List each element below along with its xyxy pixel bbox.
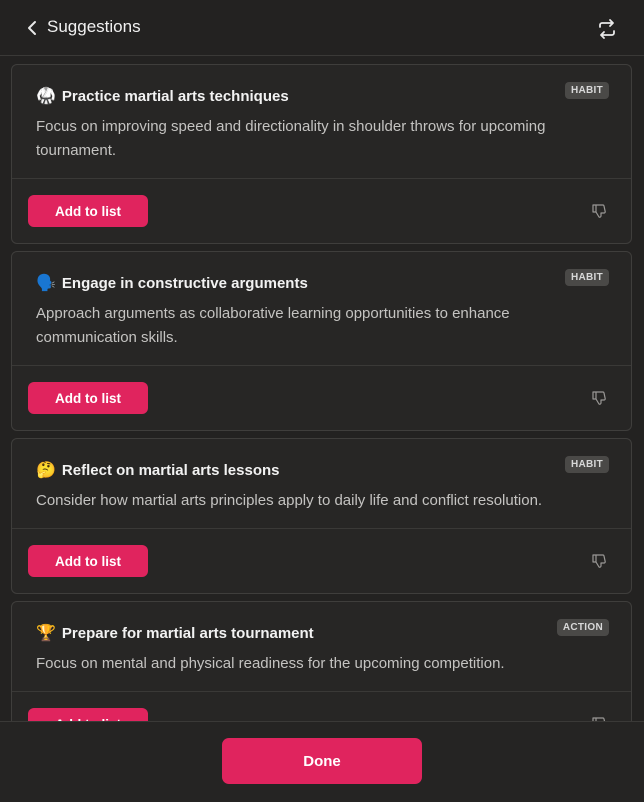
suggestion-description: Focus on mental and physical readiness f… (36, 655, 505, 672)
type-badge: HABIT (564, 82, 609, 99)
suggestion-title: 🏆 Prepare for martial arts tournament (36, 623, 314, 643)
footer: Done (0, 721, 644, 802)
suggestion-card: 🗣️ Engage in constructive arguments HABIT… (11, 251, 632, 431)
chevron-left-icon[interactable] (22, 18, 42, 38)
suggestion-card: 🥋 Practice martial arts techniques HABIT … (11, 64, 632, 244)
suggestion-card: 🤔 Reflect on martial arts lessons HABIT C… (11, 438, 632, 594)
swap-arrows-icon[interactable] (596, 18, 618, 40)
suggestion-title: 🗣️ Engage in constructive arguments (36, 273, 308, 293)
add-to-list-button[interactable]: Add to list (28, 382, 148, 414)
divider (12, 691, 631, 692)
type-badge: ACTION (556, 619, 609, 636)
suggestion-description: Focus on improving speed and directional… (36, 118, 546, 159)
divider (12, 365, 631, 366)
page-title: Suggestions (47, 17, 141, 36)
type-badge: HABIT (564, 269, 609, 286)
suggestion-description: Approach arguments as collaborative lear… (36, 305, 510, 346)
done-button[interactable]: Done (222, 738, 422, 784)
suggestion-title-text: Engage in constructive arguments (61, 275, 308, 292)
divider (12, 178, 631, 179)
suggestion-title-text: Reflect on martial arts lessons (61, 462, 280, 479)
add-to-list-button[interactable]: Add to list (28, 708, 148, 721)
suggestion-title-text: Prepare for martial arts tournament (61, 625, 314, 642)
thumbs-down-icon[interactable] (591, 203, 607, 219)
speaking-head-icon: 🗣️ (36, 275, 56, 292)
add-to-list-button[interactable]: Add to list (28, 545, 148, 577)
suggestion-title: 🤔 Reflect on martial arts lessons (36, 460, 280, 480)
trophy-icon: 🏆 (36, 625, 56, 642)
martial-arts-icon: 🥋 (36, 88, 56, 105)
suggestion-title-text: Practice martial arts techniques (61, 88, 289, 105)
suggestions-list[interactable]: 🥋 Practice martial arts techniques HABIT … (0, 57, 644, 721)
divider (12, 528, 631, 529)
thinking-face-icon: 🤔 (36, 462, 56, 479)
thumbs-down-icon[interactable] (591, 553, 607, 569)
thumbs-down-icon[interactable] (591, 390, 607, 406)
suggestion-card: 🏆 Prepare for martial arts tournament ACT… (11, 601, 632, 721)
add-to-list-button[interactable]: Add to list (28, 195, 148, 227)
type-badge: HABIT (564, 456, 609, 473)
suggestion-description: Consider how martial arts principles app… (36, 492, 543, 509)
header: Suggestions (0, 0, 644, 56)
suggestion-title: 🥋 Practice martial arts techniques (36, 86, 289, 106)
